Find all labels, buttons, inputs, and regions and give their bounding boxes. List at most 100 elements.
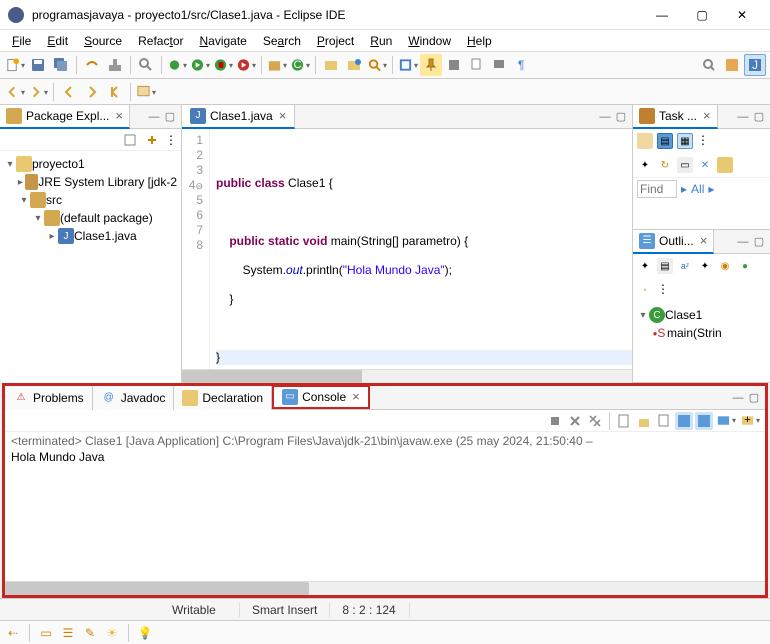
minimize-view-icon[interactable]: — [147, 110, 161, 124]
back-button[interactable]: ▾ [4, 81, 26, 103]
collapse-all-icon[interactable] [121, 131, 139, 149]
maximize-button[interactable]: ▢ [682, 1, 722, 29]
prev-annotation-icon[interactable]: ⇠ [4, 624, 22, 642]
menu-run[interactable]: Run [362, 32, 400, 50]
editor-hscroll[interactable] [182, 369, 632, 383]
close-icon[interactable]: × [352, 389, 360, 404]
minimize-icon[interactable]: — [736, 235, 750, 249]
az-icon[interactable]: aᶻ [677, 258, 693, 274]
view-menu-icon[interactable]: ⋮ [697, 133, 709, 149]
open-type-button[interactable] [320, 54, 342, 76]
tree-src[interactable]: ▾ src [4, 191, 177, 209]
tree-jre[interactable]: ▸ JRE System Library [jdk-2 [4, 173, 177, 191]
close-icon[interactable]: × [279, 108, 287, 123]
all-label[interactable]: All [691, 182, 704, 196]
menu-window[interactable]: Window [400, 32, 459, 50]
forward-button[interactable]: ▾ [27, 81, 49, 103]
editor-tab-clase1[interactable]: J Clase1.java × [182, 105, 295, 129]
word-wrap-icon[interactable] [655, 412, 673, 430]
minimize-icon[interactable]: — [736, 110, 750, 124]
maximize-icon[interactable]: ▢ [752, 235, 766, 249]
view-menu-icon[interactable]: ⋮ [657, 282, 669, 298]
scroll-lock-icon[interactable] [635, 412, 653, 430]
perspective-button[interactable] [721, 54, 743, 76]
display-icon[interactable]: ▾ [715, 412, 737, 430]
sample-icon[interactable]: ✎ [81, 624, 99, 642]
quick-access-button[interactable] [698, 54, 720, 76]
maximize-icon[interactable]: ▢ [747, 391, 761, 405]
categorize-icon[interactable]: ▦ [677, 133, 693, 149]
x-icon[interactable]: ✕ [697, 157, 713, 173]
find-input[interactable] [637, 180, 677, 198]
last-edit-button[interactable] [104, 81, 126, 103]
undo-icon[interactable] [81, 54, 103, 76]
sync-icon[interactable]: ↻ [657, 157, 673, 173]
prev-edit-button[interactable] [58, 81, 80, 103]
menu-edit[interactable]: Edit [39, 32, 76, 50]
remove-launch-icon[interactable] [566, 412, 584, 430]
close-icon[interactable]: × [703, 108, 711, 123]
code-content[interactable]: public class Clase1 { public static void… [210, 129, 632, 369]
annotations-button[interactable]: ▾ [397, 54, 419, 76]
menu-refactor[interactable]: Refactor [130, 32, 191, 50]
filter-icon[interactable]: ▤ [657, 133, 673, 149]
minimize-editor-icon[interactable]: — [598, 110, 612, 124]
menu-source[interactable]: Source [76, 32, 130, 50]
clear-console-icon[interactable] [615, 412, 633, 430]
hide-fields-icon[interactable]: ✦ [697, 258, 713, 274]
book-icon[interactable]: ▭ [37, 624, 55, 642]
link-editor-icon[interactable] [143, 131, 161, 149]
new-package-button[interactable]: ▾ [266, 54, 288, 76]
remove-all-icon[interactable] [586, 412, 604, 430]
search-button[interactable]: ▾ [366, 54, 388, 76]
close-button[interactable]: ✕ [722, 1, 762, 29]
run-button[interactable]: ▾ [189, 54, 211, 76]
maximize-editor-icon[interactable]: ▢ [614, 110, 628, 124]
link-button[interactable] [466, 54, 488, 76]
terminate-icon[interactable] [546, 412, 564, 430]
menu-search[interactable]: Search [255, 32, 309, 50]
pin-button[interactable] [420, 54, 442, 76]
whatsnew-icon[interactable]: ☀ [103, 624, 121, 642]
save-all-button[interactable] [50, 54, 72, 76]
wand-icon[interactable]: ✦ [637, 157, 653, 173]
new-button[interactable]: ▾ [4, 54, 26, 76]
tag-button[interactable] [443, 54, 465, 76]
next-edit-button[interactable] [81, 81, 103, 103]
code-editor[interactable]: 1234⊖5678 public class Clase1 { public s… [182, 129, 632, 369]
coverage-button[interactable]: ▾ [212, 54, 234, 76]
menu-file[interactable]: File [4, 32, 39, 50]
menu-navigate[interactable]: Navigate [191, 32, 254, 50]
java-perspective-button[interactable]: J [744, 54, 766, 76]
console-output[interactable]: <terminated> Clase1 [Java Application] C… [5, 432, 765, 581]
minimize-icon[interactable]: — [731, 391, 745, 405]
folder-icon[interactable] [717, 157, 733, 173]
menu-help[interactable]: Help [459, 32, 500, 50]
tutorial-icon[interactable]: ☰ [59, 624, 77, 642]
collapse-icon[interactable]: ▭ [677, 157, 693, 173]
console-tab[interactable]: ▭ Console × [272, 385, 370, 409]
debug-button[interactable]: ▾ [166, 54, 188, 76]
outline-tab[interactable]: ☰ Outli... × [633, 230, 714, 254]
open-console-icon[interactable]: +▾ [739, 412, 761, 430]
save-button[interactable] [27, 54, 49, 76]
show-in-button[interactable]: ▾ [135, 81, 157, 103]
javadoc-tab[interactable]: @ Javadoc [93, 386, 175, 410]
view-menu-icon[interactable]: ⋮ [165, 133, 177, 147]
hide-static-icon[interactable]: ◉ [717, 258, 733, 274]
open-task-button[interactable] [343, 54, 365, 76]
build-icon[interactable] [104, 54, 126, 76]
menu-project[interactable]: Project [309, 32, 362, 50]
minimize-button[interactable]: — [642, 1, 682, 29]
hide-nonpublic-icon[interactable]: ● [737, 258, 753, 274]
outline-class[interactable]: ▾ C Clase1 [637, 306, 766, 324]
package-explorer-tab[interactable]: Package Expl... × [0, 105, 130, 129]
sort-icon[interactable]: ▤ [657, 258, 673, 274]
task-list-tab[interactable]: Task ... × [633, 105, 718, 129]
console-hscroll[interactable] [5, 581, 765, 595]
run-last-button[interactable]: ▾ [235, 54, 257, 76]
pin-console-icon[interactable] [675, 412, 693, 430]
toggle-button[interactable] [489, 54, 511, 76]
close-icon[interactable]: × [115, 108, 123, 123]
new-task-icon[interactable] [637, 133, 653, 149]
